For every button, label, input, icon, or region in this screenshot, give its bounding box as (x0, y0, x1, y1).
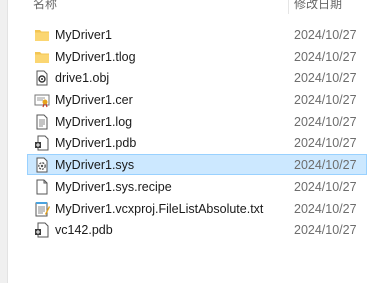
file-name: MyDriver1.tlog (55, 49, 136, 64)
column-header-name[interactable]: 名称 (33, 0, 57, 11)
file-date: 2024/10/27 (294, 28, 357, 42)
pdb-file-icon (34, 135, 50, 151)
file-name: MyDriver1 (55, 28, 112, 42)
file-name: MyDriver1.sys (55, 158, 135, 173)
file-date: 2024/10/27 (294, 223, 357, 238)
file-row[interactable]: MyDriver1.pdb 2024/10/27 (27, 132, 367, 153)
file-date: 2024/10/27 (294, 158, 357, 173)
obj-file-icon (34, 70, 50, 86)
file-name: MyDriver1.vcxproj.FileListAbsolute.txt (55, 201, 264, 216)
file-date: 2024/10/27 (294, 179, 357, 194)
file-row[interactable]: MyDriver1.vcxproj.FileListAbsolute.txt 2… (27, 198, 367, 219)
file-date: 2024/10/27 (294, 136, 357, 151)
system-file-icon (34, 157, 50, 173)
notepad-file-icon (34, 201, 50, 217)
status-area (0, 283, 367, 306)
file-date: 2024/10/27 (294, 49, 357, 64)
file-row[interactable]: drive1.obj 2024/10/27 (27, 67, 367, 88)
navigation-pane-edge (0, 0, 8, 283)
file-row[interactable]: vc142.pdb 2024/10/27 (27, 219, 367, 240)
folder-icon (34, 27, 50, 43)
file-row[interactable]: MyDriver1.cer 2024/10/27 (27, 89, 367, 110)
text-file-icon (34, 114, 50, 130)
file-name: vc142.pdb (55, 223, 113, 238)
file-date: 2024/10/27 (294, 114, 357, 129)
file-row[interactable]: MyDriver1.sys.recipe 2024/10/27 (27, 176, 367, 197)
column-divider[interactable] (288, 0, 289, 14)
file-name: MyDriver1.log (55, 114, 133, 129)
pdb-file-icon (34, 222, 50, 238)
file-list: MyDriver1 2024/10/27 MyDriver1.tlog 2024… (27, 24, 367, 241)
file-date: 2024/10/27 (294, 201, 357, 216)
certificate-file-icon (34, 92, 50, 108)
file-row[interactable]: MyDriver1.log 2024/10/27 (27, 111, 367, 132)
file-date: 2024/10/27 (294, 93, 357, 108)
file-row[interactable]: MyDriver1 2024/10/27 (27, 24, 367, 45)
file-row[interactable]: MyDriver1.sys 2024/10/27 (27, 154, 367, 176)
file-row[interactable]: MyDriver1.tlog 2024/10/27 (27, 46, 367, 67)
file-name: MyDriver1.sys.recipe (55, 179, 172, 194)
column-header-date-modified[interactable]: 修改日期 (294, 0, 342, 11)
file-date: 2024/10/27 (294, 71, 357, 86)
file-name: MyDriver1.cer (55, 93, 133, 108)
file-name: drive1.obj (55, 71, 110, 86)
blank-file-icon (34, 179, 50, 195)
file-name: MyDriver1.pdb (55, 136, 137, 151)
column-header: 名称 修改日期 (8, 0, 367, 14)
folder-icon (34, 49, 50, 65)
